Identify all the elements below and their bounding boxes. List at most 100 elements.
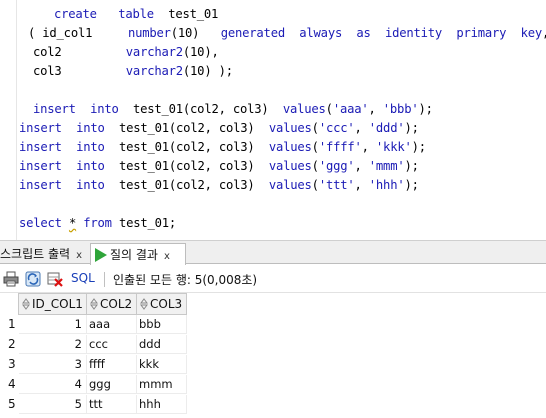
sql-button[interactable]: SQL: [71, 271, 95, 285]
code-token: 'ddd': [368, 121, 405, 135]
code-token: 'aaa': [332, 102, 369, 116]
cell-id-col1[interactable]: 3: [19, 355, 87, 374]
tab-query-result[interactable]: 질의 결과 x: [90, 243, 186, 265]
code-token: ,: [361, 140, 376, 154]
column-header-id-col1[interactable]: ID_COL1: [18, 293, 87, 315]
code-token: test_01: [153, 7, 219, 21]
code-token: (: [311, 178, 319, 192]
code-token: into: [76, 178, 105, 192]
column-header-col2[interactable]: COL2: [86, 293, 137, 315]
code-token: number: [127, 26, 171, 40]
code-token: ,: [354, 159, 369, 173]
cell-col2[interactable]: ffff: [87, 355, 137, 374]
code-line: insert into test_01(col2, col3) values('…: [19, 138, 426, 157]
code-token: into: [90, 102, 119, 116]
code-token: values: [268, 121, 312, 135]
code-token: ,: [354, 178, 369, 192]
code-token: varchar2: [125, 64, 183, 78]
column-header-label: ID_COL1: [32, 297, 83, 311]
code-line: ( id_col1 number(10) generated always as…: [28, 24, 546, 43]
sql-editor[interactable]: create table test_01( id_col1 number(10)…: [0, 0, 546, 240]
code-token: values: [268, 140, 312, 154]
cell-col3[interactable]: bbb: [137, 315, 187, 334]
code-token: col3: [33, 64, 126, 78]
code-token: 'ffff': [318, 140, 362, 154]
code-token: (10): [170, 26, 221, 40]
code-line: col2 varchar2(10),: [33, 43, 219, 62]
code-line: insert into test_01(col2, col3) values('…: [19, 176, 419, 195]
cell-id-col1[interactable]: 4: [19, 375, 87, 394]
code-token: 'ccc': [318, 121, 355, 135]
cell-col2[interactable]: aaa: [87, 315, 137, 334]
code-token: ,: [368, 102, 383, 116]
code-token: insert: [19, 140, 62, 154]
code-line: insert into test_01(col2, col3) values('…: [33, 100, 433, 119]
code-token: (10) );: [182, 64, 233, 78]
editor-gutter: [0, 0, 17, 240]
cell-id-col1[interactable]: 2: [19, 335, 87, 354]
row-number: 4: [8, 377, 16, 391]
code-token: 'mmm': [368, 159, 405, 173]
code-token: (10),: [182, 45, 219, 59]
code-token: insert: [19, 178, 62, 192]
code-line: col3 varchar2(10) );: [33, 62, 233, 81]
tab-bar: 스크립트 출력 x 질의 결과 x: [0, 240, 546, 265]
code-token: ,: [542, 26, 546, 40]
cell-col3[interactable]: ddd: [137, 335, 187, 354]
refresh-icon[interactable]: [25, 271, 41, 287]
code-token: test_01(col2, col3): [104, 178, 269, 192]
cell-col3[interactable]: hhh: [137, 395, 187, 414]
code-token: primary: [456, 26, 507, 40]
code-token: 'ggg': [318, 159, 355, 173]
code-token: into: [76, 159, 105, 173]
run-icon: [95, 248, 107, 262]
cell-col3[interactable]: kkk: [137, 355, 187, 374]
print-icon[interactable]: [3, 271, 19, 287]
cell-col2[interactable]: ccc: [87, 335, 137, 354]
code-token: );: [411, 140, 426, 154]
close-icon[interactable]: x: [164, 251, 170, 262]
sort-icon: [22, 298, 30, 310]
delete-icon[interactable]: [47, 271, 63, 287]
code-line: insert into test_01(col2, col3) values('…: [19, 157, 419, 176]
code-token: (: [311, 121, 319, 135]
cell-col2[interactable]: ggg: [87, 375, 137, 394]
code-token: table: [118, 7, 154, 21]
code-token: );: [418, 102, 433, 116]
cell-col2[interactable]: ttt: [87, 395, 137, 414]
code-token: 'kkk': [375, 140, 412, 154]
code-token: varchar2: [125, 45, 183, 59]
code-token: );: [404, 178, 419, 192]
toolbar-divider: [104, 272, 105, 287]
tab-script-output[interactable]: 스크립트 출력 x: [0, 243, 90, 265]
code-token: always: [299, 26, 343, 40]
sort-icon: [90, 298, 98, 310]
cell-col3[interactable]: mmm: [137, 375, 187, 394]
code-token: insert: [19, 159, 62, 173]
code-token: generated: [220, 26, 285, 40]
code-token: ( id_col1: [28, 26, 128, 40]
cell-id-col1[interactable]: 5: [19, 395, 87, 414]
result-toolbar: SQL 인출된 모든 행: 5(0,008초): [0, 265, 546, 293]
row-number: 5: [8, 397, 16, 411]
code-token: insert: [33, 102, 76, 116]
code-token: into: [76, 121, 105, 135]
code-token: );: [404, 121, 419, 135]
column-header-label: COL3: [150, 297, 183, 311]
cell-id-col1[interactable]: 1: [19, 315, 87, 334]
fetch-status: 인출된 모든 행: 5(0,008초): [113, 273, 258, 287]
column-header-col3[interactable]: COL3: [136, 293, 187, 315]
code-token: 'hhh': [368, 178, 405, 192]
code-line: create table test_01: [54, 5, 218, 24]
code-token: (: [325, 102, 333, 116]
close-icon[interactable]: x: [76, 250, 82, 261]
code-token: as: [356, 26, 371, 40]
code-token: from: [83, 216, 112, 230]
